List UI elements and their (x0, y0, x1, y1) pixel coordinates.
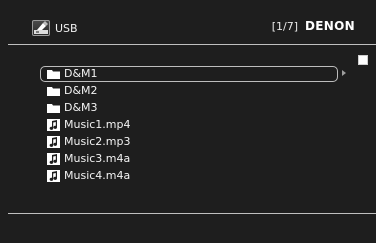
brand-logo-text: DENON (305, 19, 355, 33)
source-label: USB (55, 22, 78, 35)
list-item-folder[interactable]: D&M3 (40, 100, 350, 117)
music-note-icon (47, 136, 60, 148)
header-divider (8, 44, 376, 45)
chevron-right-icon (342, 70, 346, 76)
footer-divider (8, 213, 376, 214)
list-item-audio-file[interactable]: Music1.mp4 (40, 117, 350, 134)
scroll-indicator[interactable] (358, 55, 368, 65)
list-item-label: Music2.mp3 (64, 135, 131, 148)
list-item-label: Music4.m4a (64, 169, 131, 182)
list-item-audio-file[interactable]: Music4.m4a (40, 168, 350, 185)
music-note-icon (47, 119, 60, 131)
list-item-label: D&M2 (64, 84, 98, 97)
list-item-label: Music1.mp4 (64, 118, 131, 131)
header-bar: USB [1/7] DENON (0, 0, 376, 42)
folder-icon (47, 70, 60, 79)
page-indicator: [1/7] (271, 20, 298, 33)
list-item-label: D&M3 (64, 101, 98, 114)
list-item-folder[interactable]: D&M2 (40, 83, 350, 100)
usb-drive-icon (32, 20, 50, 36)
music-note-icon (47, 170, 60, 182)
list-item-label: D&M1 (64, 67, 98, 80)
file-list: D&M1 D&M2 D&M3 Music1.mp4 Music2.mp3 Mus… (40, 66, 350, 185)
list-item-label: Music3.m4a (64, 152, 131, 165)
file-browser-screen: USB [1/7] DENON D&M1 D&M2 D&M3 Music1.mp… (0, 0, 376, 243)
list-item-folder[interactable]: D&M1 (40, 66, 350, 83)
folder-icon (47, 87, 60, 96)
list-item-audio-file[interactable]: Music3.m4a (40, 151, 350, 168)
folder-icon (47, 104, 60, 113)
list-item-audio-file[interactable]: Music2.mp3 (40, 134, 350, 151)
music-note-icon (47, 153, 60, 165)
